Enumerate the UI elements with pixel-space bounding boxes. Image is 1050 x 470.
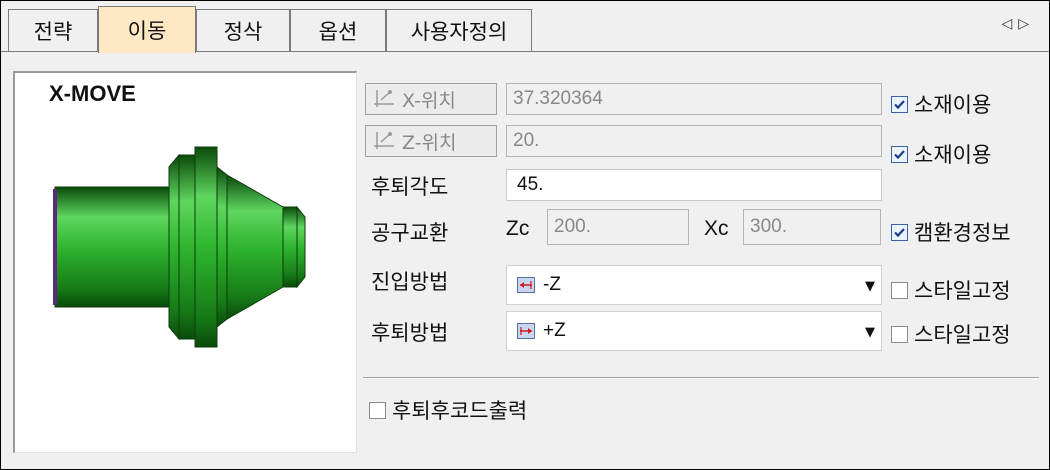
tab-strategy[interactable]: 전략 xyxy=(8,9,98,51)
retract-method-select[interactable]: +Z ▼ xyxy=(506,311,882,351)
approach-fix-style-checkbox[interactable]: 스타일고정 xyxy=(891,275,1011,305)
checkbox-box xyxy=(891,223,908,241)
pick-point-icon xyxy=(374,132,394,149)
tab-label: 사용자정의 xyxy=(410,19,508,44)
tab-label: 이동 xyxy=(127,19,167,43)
x-use-stock-checkbox[interactable]: 소재이용 xyxy=(891,89,991,119)
x-position-value: 37.320364 xyxy=(506,83,882,115)
tab-move[interactable]: 이동 xyxy=(98,6,196,53)
approach-method-select[interactable]: -Z ▼ xyxy=(506,265,882,305)
checkmark-icon xyxy=(894,99,905,109)
zc-label: Zc xyxy=(506,217,530,240)
retract-angle-label: 후퇴각도 xyxy=(371,175,449,199)
tab-scroll-arrows: ◁▷ xyxy=(1001,16,1035,32)
z-position-value: 20. xyxy=(506,125,882,157)
approach-direction-icon xyxy=(517,277,535,293)
tab-label: 정삭 xyxy=(223,19,263,44)
move-preview: X-MOVE xyxy=(13,71,357,453)
zc-value: 200. xyxy=(547,209,689,245)
chevron-down-icon: ▼ xyxy=(865,325,875,340)
z-use-stock-label: 소재이용 xyxy=(914,143,992,167)
xc-label: Xc xyxy=(704,217,729,240)
z-use-stock-checkbox[interactable]: 소재이용 xyxy=(891,139,991,169)
approach-method-label: 진입방법 xyxy=(371,270,449,294)
tool-change-label: 공구교환 xyxy=(371,221,449,245)
approach-fix-style-label: 스타일고정 xyxy=(914,279,1011,303)
tab-scroll-right-icon[interactable]: ▷ xyxy=(1018,16,1035,32)
checkbox-box xyxy=(891,325,908,343)
tab-label: 전략 xyxy=(33,19,73,44)
tab-finish[interactable]: 정삭 xyxy=(196,9,290,51)
x-use-stock-label: 소재이용 xyxy=(914,93,992,117)
preview-title: X-MOVE xyxy=(49,81,136,106)
cam-env-info-checkbox[interactable]: 캠환경정보 xyxy=(891,217,1011,247)
retract-fix-style-label: 스타일고정 xyxy=(914,323,1011,347)
pick-point-icon xyxy=(374,90,394,107)
approach-method-value: -Z xyxy=(543,274,561,295)
checkmark-icon xyxy=(894,149,905,159)
retract-method-value: +Z xyxy=(543,320,566,341)
checkbox-box xyxy=(891,281,908,299)
checkbox-box xyxy=(891,145,908,163)
retract-angle-input[interactable]: 45. xyxy=(506,169,882,201)
checkmark-icon xyxy=(894,227,905,237)
move-settings-panel: 전략 이동 정삭 옵션 사용자정의 ◁▷ X-MOVE X-위치 37.3203… xyxy=(0,0,1050,470)
tab-scroll-left-icon[interactable]: ◁ xyxy=(1001,16,1018,32)
retract-method-label: 후퇴방법 xyxy=(371,321,449,345)
tab-user-defined[interactable]: 사용자정의 xyxy=(386,9,532,51)
checkbox-box xyxy=(369,401,386,419)
part-shape-icon xyxy=(53,146,306,348)
cam-env-info-label: 캠환경정보 xyxy=(914,221,1011,245)
tab-strip: 전략 이동 정삭 옵션 사용자정의 ◁▷ xyxy=(1,1,1049,53)
tab-options[interactable]: 옵션 xyxy=(290,9,386,51)
z-position-button[interactable]: Z-위치 xyxy=(365,125,497,157)
x-position-button[interactable]: X-위치 xyxy=(365,83,497,115)
retract-code-output-label: 후퇴후코드출력 xyxy=(392,399,528,423)
chevron-down-icon: ▼ xyxy=(865,279,875,294)
separator xyxy=(363,377,1039,379)
retract-fix-style-checkbox[interactable]: 스타일고정 xyxy=(891,319,1011,349)
retract-code-output-checkbox[interactable]: 후퇴후코드출력 xyxy=(369,395,527,425)
x-position-label: X-위치 xyxy=(402,89,456,112)
retract-direction-icon xyxy=(517,323,535,339)
checkbox-box xyxy=(891,95,908,113)
xc-value: 300. xyxy=(743,209,881,245)
tab-label: 옵션 xyxy=(318,19,358,44)
z-position-label: Z-위치 xyxy=(402,131,457,154)
